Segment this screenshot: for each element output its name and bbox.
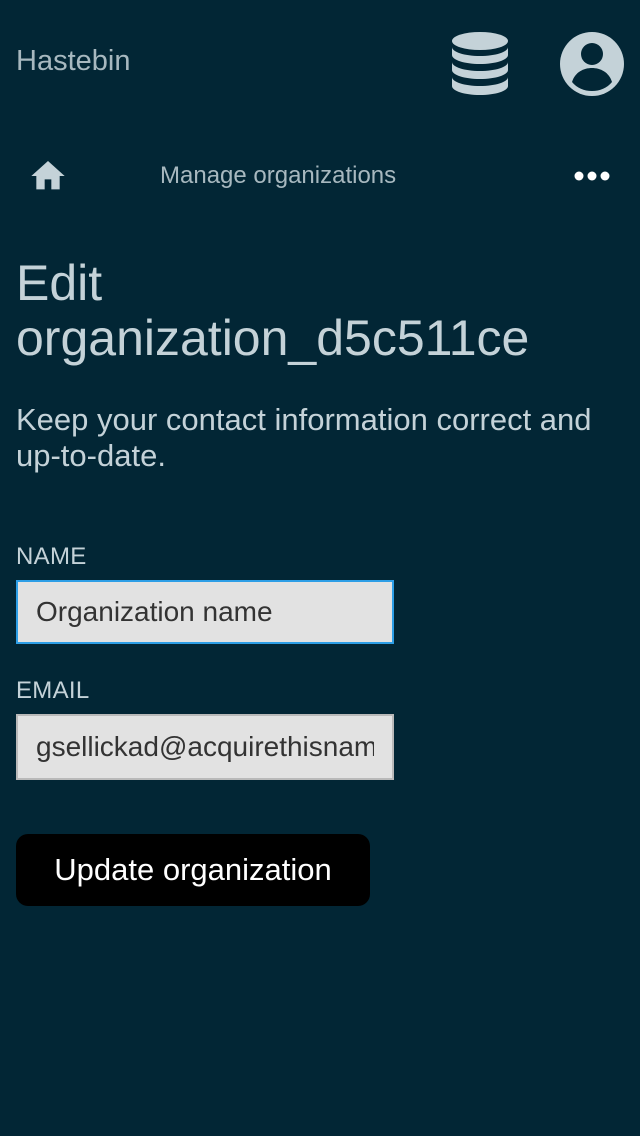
email-label: EMAIL (16, 677, 90, 704)
account-circle-icon[interactable] (558, 30, 626, 98)
update-organization-button[interactable]: Update organization (16, 834, 370, 906)
name-input[interactable] (16, 580, 394, 644)
name-label: NAME (16, 543, 87, 570)
page-title: Edit organization_d5c511ce (16, 255, 530, 366)
manage-organizations-link[interactable]: Manage organizations (160, 162, 396, 190)
nav-bar: Manage organizations (0, 150, 640, 202)
home-icon[interactable] (28, 156, 68, 196)
database-icon[interactable] (448, 30, 512, 98)
page-subtitle: Keep your contact information correct an… (16, 402, 592, 473)
more-horizontal-icon[interactable] (570, 160, 614, 192)
app-title: Hastebin (16, 45, 131, 77)
email-input[interactable] (16, 714, 394, 780)
